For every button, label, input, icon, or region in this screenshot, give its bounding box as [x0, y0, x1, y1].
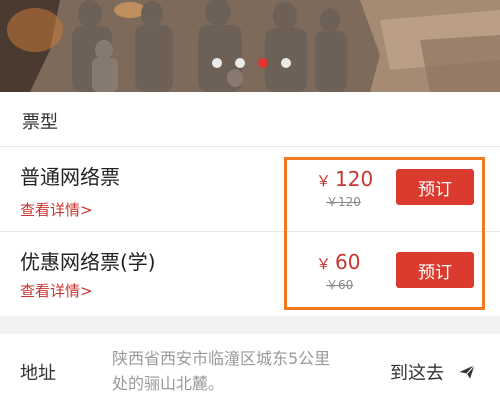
carousel-dot[interactable] — [281, 58, 291, 68]
hero-image — [0, 0, 500, 92]
original-price: ￥60 — [326, 278, 354, 292]
navigate-button[interactable]: 到这去 — [390, 359, 476, 385]
hero-banner[interactable] — [0, 0, 500, 92]
section-divider — [0, 316, 500, 334]
carousel-dot[interactable] — [235, 58, 245, 68]
carousel-dot-active[interactable] — [258, 58, 268, 68]
address-label: 地址 — [20, 363, 56, 384]
ticket-name: 普通网络票 — [20, 165, 120, 189]
address-text: 陕西省西安市临潼区城东5公里处的骊山北麓。 — [112, 349, 331, 393]
book-button[interactable]: 预订 — [396, 252, 474, 288]
ticket-row-student: 优惠网络票(学) 查看详情> ￥ 60 ￥60 预订 — [0, 232, 500, 317]
navigate-label: 到这去 — [390, 363, 444, 384]
original-price: ￥120 — [326, 195, 361, 209]
view-details-link[interactable]: 查看详情> — [20, 280, 93, 301]
paper-plane-icon — [459, 364, 475, 379]
ticket-row-regular: 普通网络票 查看详情> ￥ 120 ￥120 预订 — [0, 147, 500, 232]
book-button[interactable]: 预订 — [396, 169, 474, 205]
price-value: 60 — [335, 250, 361, 274]
ticket-name: 优惠网络票(学) — [20, 250, 156, 274]
ticket-price: ￥ 120 — [316, 167, 373, 191]
carousel-dot[interactable] — [212, 58, 222, 68]
view-details-link[interactable]: 查看详情> — [20, 199, 93, 220]
ticket-price: ￥ 60 — [316, 250, 360, 274]
ticket-type-header: 票型 — [0, 92, 500, 147]
price-value: 120 — [335, 167, 374, 191]
currency-symbol: ￥ — [316, 255, 332, 273]
address-row: 地址 陕西省西安市临潼区城东5公里处的骊山北麓。 到这去 — [0, 334, 500, 418]
currency-symbol: ￥ — [316, 172, 332, 190]
ticket-type-title: 票型 — [22, 112, 58, 133]
carousel-indicator[interactable] — [212, 58, 291, 68]
